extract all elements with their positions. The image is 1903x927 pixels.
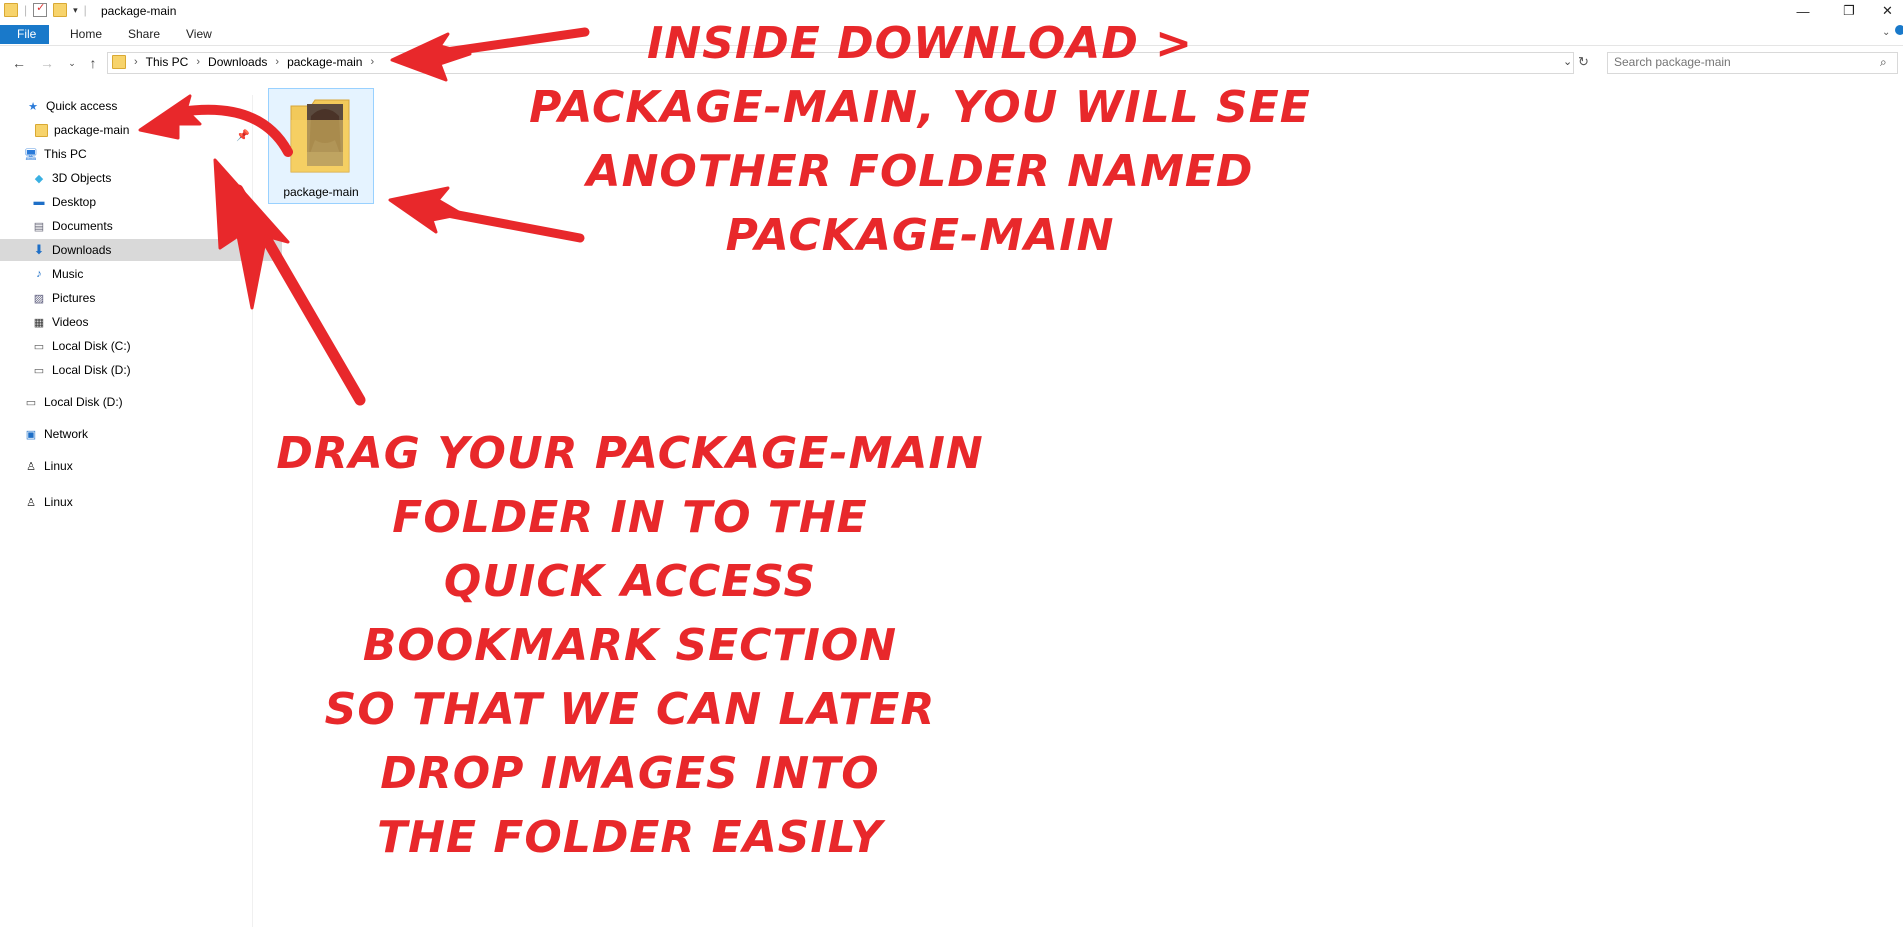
annotation-line: folder in to the [392, 492, 868, 543]
toolbar-divider: | [24, 3, 28, 17]
navigation-pane: ★ Quick access package-main 🖥 This PC ◆ 3D … [0, 95, 282, 927]
breadcrumb-separator-icon[interactable]: › [196, 56, 200, 68]
nav-item-network[interactable]: ▣ Network [0, 423, 274, 445]
annotation-line: so that we can later [324, 684, 936, 735]
nav-item-local-disk-d-root[interactable]: ▭ Local Disk (D:) [0, 391, 274, 413]
film-icon: ▦ [33, 316, 45, 329]
annotation-line: bookmark section [362, 620, 898, 671]
documents-icon: ▤ [33, 220, 45, 233]
restore-button[interactable]: ❐ [1826, 0, 1872, 22]
properties-check-icon[interactable]: ✓ [33, 2, 48, 17]
nav-item-pictures[interactable]: ▨ Pictures [0, 287, 282, 309]
pin-icon[interactable]: 📌 [236, 129, 250, 142]
address-history-chevron-icon[interactable]: ⌄ [1563, 55, 1572, 68]
annotation-line: quick access [443, 556, 817, 607]
folder-icon [4, 3, 18, 17]
breadcrumb-this-pc[interactable]: This PC [146, 55, 189, 69]
desktop-icon: ▬ [33, 196, 45, 208]
annotation-line: the folder easily [377, 812, 883, 863]
annotation-line: Drag your package-main [276, 428, 984, 479]
restore-icon: ❐ [1843, 3, 1855, 18]
nav-item-videos[interactable]: ▦ Videos [0, 311, 282, 333]
drive-icon: ▭ [33, 340, 45, 353]
folder-thumbnail-icon [290, 99, 350, 173]
folder-icon [34, 123, 48, 137]
cube-icon: ◆ [34, 172, 44, 185]
nav-item-downloads[interactable]: ⬇ Downloads [0, 239, 282, 261]
search-icon[interactable]: ⌕ [1880, 55, 1887, 70]
close-button[interactable]: ✕ [1872, 0, 1903, 22]
annotation-line: package-main [725, 210, 1115, 261]
nav-item-local-disk-c[interactable]: ▭ Local Disk (C:) [0, 335, 282, 357]
nav-item-local-disk-d[interactable]: ▭ Local Disk (D:) [0, 359, 282, 381]
tab-home[interactable]: Home [58, 25, 114, 44]
folder-item-package-main[interactable]: package-main [268, 88, 374, 204]
nav-item-quick-access[interactable]: ★ Quick access [0, 95, 276, 117]
close-icon: ✕ [1882, 3, 1893, 18]
computer-icon: 🖥 [24, 148, 38, 161]
drive-icon: ▭ [25, 396, 37, 409]
minimize-button[interactable]: — [1780, 0, 1826, 22]
annotation-bottom: Drag your package-main folder in to the … [240, 422, 1020, 870]
annotation-line: another folder named [586, 146, 1254, 197]
penguin-icon: ♙ [26, 496, 36, 509]
tab-view[interactable]: View [174, 25, 224, 44]
folder-item-label: package-main [283, 185, 359, 199]
breadcrumb-separator-icon[interactable]: › [370, 56, 374, 68]
nav-item-this-pc[interactable]: 🖥 This PC [0, 143, 274, 165]
help-icon[interactable] [1895, 25, 1903, 35]
tab-share[interactable]: Share [116, 25, 172, 44]
minimize-icon: — [1796, 3, 1810, 19]
nav-item-3d-objects[interactable]: ◆ 3D Objects [0, 167, 282, 189]
search-input[interactable] [1608, 53, 1864, 71]
download-arrow-icon: ⬇ [33, 242, 45, 257]
new-folder-icon[interactable] [53, 3, 68, 17]
annotation-line: Inside download > [646, 18, 1194, 69]
forward-arrow-icon[interactable]: → [38, 54, 56, 72]
up-arrow-icon[interactable]: ↑ [84, 54, 102, 72]
quick-access-toolbar: | ✓ ▾ | [4, 2, 87, 17]
drive-icon: ▭ [33, 364, 45, 377]
breadcrumb-downloads[interactable]: Downloads [208, 55, 267, 69]
breadcrumb-package-main[interactable]: package-main [287, 55, 362, 69]
expand-ribbon-chevron-icon[interactable]: ⌄ [1882, 27, 1890, 38]
star-icon: ★ [28, 100, 38, 113]
breadcrumb-separator-icon[interactable]: › [275, 56, 279, 68]
annotation-line: drop images into [380, 748, 880, 799]
annotation-line: package-main, you will see [529, 82, 1311, 133]
pictures-icon: ▨ [33, 292, 45, 305]
refresh-icon[interactable]: ↻ [1578, 54, 1589, 70]
search-box[interactable]: ⌕ [1607, 52, 1898, 74]
window-title: package-main [101, 4, 177, 18]
toolbar-divider: | [83, 3, 87, 17]
music-note-icon: ♪ [36, 268, 42, 280]
folder-icon [112, 55, 126, 69]
customize-toolbar-chevron-icon[interactable]: ▾ [73, 5, 78, 16]
nav-item-documents[interactable]: ▤ Documents [0, 215, 282, 237]
nav-item-desktop[interactable]: ▬ Desktop [0, 191, 282, 213]
breadcrumb-separator-icon[interactable]: › [134, 56, 138, 68]
nav-item-linux-2[interactable]: ♙ Linux [0, 491, 274, 513]
tab-file[interactable]: File [0, 25, 49, 44]
nav-item-linux[interactable]: ♙ Linux [0, 455, 274, 477]
network-icon: ▣ [25, 428, 37, 441]
annotation-top: Inside download > package-main, you will… [470, 12, 1370, 268]
back-arrow-icon[interactable]: ← [10, 54, 28, 72]
nav-item-music[interactable]: ♪ Music [0, 263, 282, 285]
penguin-icon: ♙ [26, 460, 36, 473]
recent-locations-chevron-icon[interactable]: ⌄ [63, 54, 81, 72]
